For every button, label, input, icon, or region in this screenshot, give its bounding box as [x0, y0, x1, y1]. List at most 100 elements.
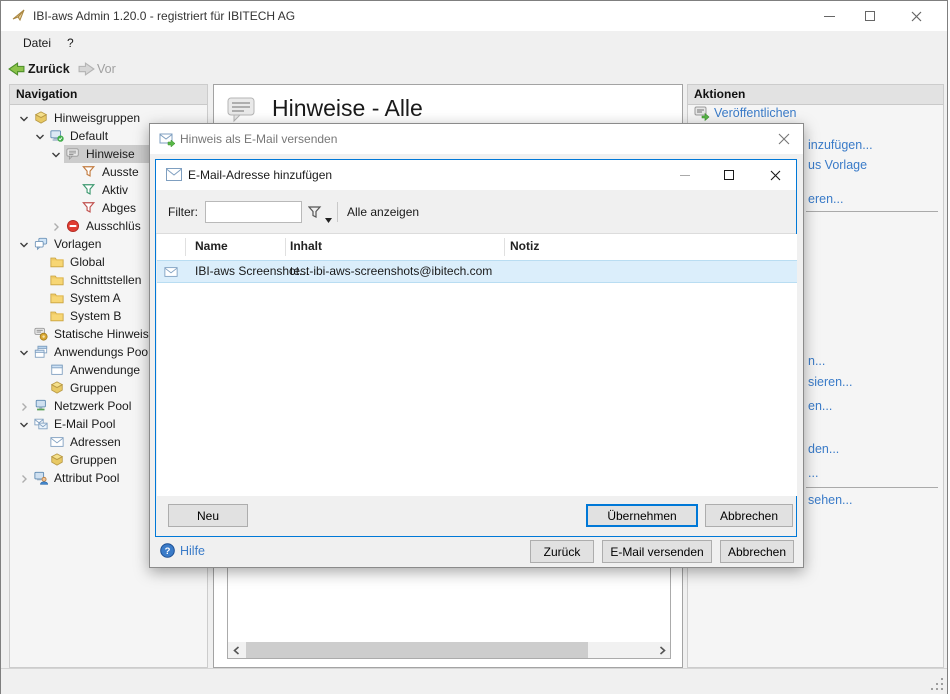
tree-item-label: Hinweisgruppen [54, 109, 140, 127]
dialog-close-icon[interactable] [758, 160, 792, 190]
action-link-fragment[interactable]: en... [808, 399, 832, 413]
app-logo-icon [11, 8, 27, 24]
column-header-notiz[interactable]: Notiz [510, 234, 539, 259]
add-email-dialog: E-Mail-Adresse hinzufügen Filter: Al [155, 159, 797, 537]
email-table: Name Inhalt NotizIBI-aws Screenshot...test… [157, 234, 797, 496]
static-note-icon [34, 327, 48, 341]
tree-item-label: Adressen [70, 433, 121, 451]
folder-icon [50, 309, 64, 323]
envelope-icon [50, 435, 64, 449]
chevron-right-icon[interactable] [18, 472, 30, 484]
back-arrow-icon [8, 61, 25, 77]
tree-item-label: Anwendunge [70, 361, 140, 379]
tree-item-label: Netzwerk Pool [54, 397, 131, 415]
add-email-dialog-title: E-Mail-Adresse hinzufügen [188, 160, 332, 190]
chevron-right-icon[interactable] [50, 220, 62, 232]
publish-icon [694, 105, 710, 121]
horizontal-scrollbar[interactable] [228, 642, 670, 658]
funnel-orange-icon [82, 165, 96, 179]
tree-item-label: Statische Hinweis [54, 325, 149, 343]
app-window-icon [50, 363, 64, 377]
action-link-fragment[interactable]: sieren... [808, 375, 852, 389]
actions-separator [806, 487, 938, 488]
status-bar [1, 668, 947, 694]
new-button[interactable]: Neu [168, 504, 248, 527]
send-mail-dialog-title: Hinweis als E-Mail versenden [180, 124, 337, 154]
scroll-right-icon[interactable] [654, 642, 670, 658]
chevron-down-icon[interactable] [50, 148, 62, 160]
tree-item-label: Vorlagen [54, 235, 101, 253]
tree-item-label: Ausschlüs [86, 217, 141, 235]
action-link-fragment[interactable]: eren... [808, 192, 843, 206]
tree-item-label: Aktiv [102, 181, 128, 199]
filter-input[interactable] [205, 201, 302, 223]
tree-item-label: Gruppen [70, 379, 117, 397]
inner-cancel-button[interactable]: Abbrechen [705, 504, 793, 527]
resize-grip-icon[interactable] [931, 678, 943, 690]
dialog-maximize-icon[interactable] [712, 160, 746, 190]
filter-divider [337, 202, 338, 222]
action-link-fragment[interactable]: n... [808, 354, 825, 368]
tree-item-label: Ausste [102, 163, 139, 181]
add-email-dialog-titlebar: E-Mail-Adresse hinzufügen [156, 160, 796, 190]
action-link-fragment[interactable]: us Vorlage [808, 158, 867, 172]
dialog-minimize-icon [668, 160, 702, 190]
action-link-fragment[interactable]: inzufügen... [808, 138, 873, 152]
minimize-button[interactable] [808, 1, 850, 31]
maximize-button[interactable] [849, 1, 891, 31]
chevron-down-icon[interactable] [18, 346, 30, 358]
filter-mode-label[interactable]: Alle anzeigen [347, 205, 419, 219]
tree-item-label: Abges [102, 199, 136, 217]
notes-icon [226, 96, 258, 124]
chevron-down-icon[interactable] [34, 130, 46, 142]
column-separator[interactable] [285, 238, 286, 256]
scroll-left-icon[interactable] [228, 642, 244, 658]
funnel-red-icon [82, 201, 96, 215]
action-link-fragment[interactable]: den... [808, 442, 839, 456]
tree-item-label: E-Mail Pool [54, 415, 115, 433]
folder-icon [50, 273, 64, 287]
column-header-inhalt[interactable]: Inhalt [290, 234, 322, 259]
envelope-icon [163, 265, 179, 279]
menu-datei[interactable]: Datei [17, 31, 57, 56]
cell-inhalt: test-ibi-aws-screenshots@ibitech.com [290, 261, 492, 282]
chevron-right-icon[interactable] [18, 400, 30, 412]
menu-help[interactable]: ? [61, 31, 80, 56]
menu-bar: Datei ? [1, 31, 947, 56]
chevron-down-icon[interactable] [18, 418, 30, 430]
dialog-back-button[interactable]: Zurück [530, 540, 594, 563]
send-email-button[interactable]: E-Mail versenden [602, 540, 712, 563]
action-link-fragment[interactable]: sehen... [808, 493, 852, 507]
send-mail-dialog-close-icon[interactable] [766, 124, 802, 154]
page-title: Hinweise - Alle [272, 95, 423, 122]
window-title: IBI-aws Admin 1.20.0 - registriert für I… [33, 1, 295, 31]
column-separator[interactable] [185, 238, 186, 256]
action-link-fragment[interactable]: ... [808, 466, 818, 480]
folder-icon [50, 291, 64, 305]
actions-separator [806, 211, 938, 212]
mail-pool-icon [34, 417, 48, 431]
back-button[interactable]: Zurück [28, 56, 70, 82]
column-header-name[interactable]: Name [195, 234, 228, 259]
tree-item-label: Attribut Pool [54, 469, 119, 487]
filter-funnel-icon[interactable] [308, 205, 322, 219]
filter-dropdown-caret-icon[interactable] [325, 210, 332, 215]
action-veroeffentlichen[interactable]: Veröffentlichen [714, 106, 796, 120]
group-stack-icon [34, 111, 48, 125]
column-separator[interactable] [504, 238, 505, 256]
no-entry-icon [66, 219, 80, 233]
email-table-row[interactable]: IBI-aws Screenshot...test-ibi-aws-screen… [157, 260, 797, 283]
tree-item-label: Hinweise [86, 145, 135, 163]
help-icon: ? [160, 543, 175, 558]
chevron-down-icon[interactable] [18, 112, 30, 124]
group-stack-icon [50, 381, 64, 395]
close-button[interactable] [895, 1, 937, 31]
apply-button[interactable]: Übernehmen [586, 504, 698, 527]
forward-arrow-icon [78, 61, 95, 77]
help-link[interactable]: Hilfe [180, 544, 205, 558]
outer-cancel-button[interactable]: Abbrechen [720, 540, 794, 563]
folder-icon [50, 255, 64, 269]
group-stack-icon [50, 453, 64, 467]
chevron-down-icon[interactable] [18, 238, 30, 250]
scrollbar-thumb[interactable] [246, 642, 588, 658]
